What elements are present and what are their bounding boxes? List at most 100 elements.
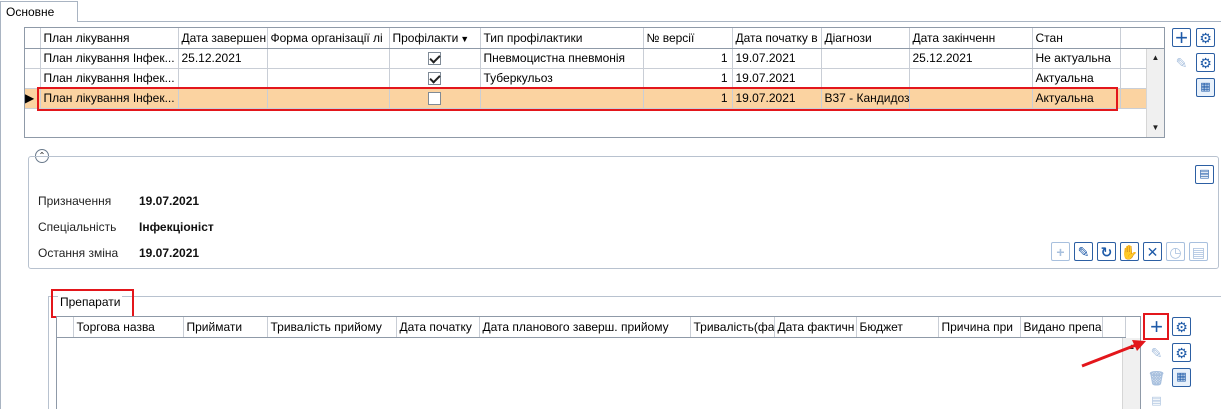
edit-plan-button[interactable]: ✎ [1172,53,1191,72]
cell-type: Пневмоцистна пневмонія [480,48,644,69]
print-details-button[interactable]: ▤ [1195,165,1214,184]
column-header-plan[interactable]: План лікування [40,28,179,49]
drugs-row-indicator-header [57,317,74,338]
excel-icon: ▦ [1176,371,1187,383]
add-drug-button[interactable]: + [1147,313,1166,339]
column-header-start[interactable]: Дата початку в [732,28,822,49]
cell-version: 1 [643,68,733,89]
close-icon: ✕ [1146,243,1159,260]
column-header-actual-duration[interactable]: Тривалість(фа [690,317,775,338]
cell-diagnoses [821,48,910,69]
cell-end-date [178,68,268,89]
scroll-down-icon[interactable]: ▼ [1147,123,1164,132]
column-header-prophylaxis[interactable]: Профілакти ▼ [389,28,481,49]
cell-plan: План лікування Інфек... [40,68,179,89]
column-header-type[interactable]: Тип профілактики [480,28,644,49]
cell-state: Не актуальна [1032,48,1121,69]
column-header-issued[interactable]: Видано препа [1020,317,1103,338]
cell-form [267,48,390,69]
scroll-up-icon[interactable]: ▲ [1147,53,1164,62]
table-row[interactable]: План лікування Інфек... Туберкульоз 1 19… [25,68,1164,89]
drug-report-button[interactable]: ▤ [1147,393,1166,409]
last-change-label: Остання зміна [38,246,119,260]
plan-details-panel [28,156,1219,269]
plans-vertical-scrollbar[interactable]: ▲ ▼ [1146,49,1164,137]
add-plan-button[interactable]: + [1172,24,1191,50]
column-header-budget[interactable]: Бюджет [856,317,939,338]
details-cancel-button[interactable]: ✕ [1143,242,1162,261]
details-refresh-button[interactable]: ↻ [1097,242,1116,261]
gear-icon: ⚙ [1199,54,1212,71]
cell-type: Туберкульоз [480,68,644,89]
document-icon: ▤ [1199,168,1210,180]
cell-state: Актуальна [1032,68,1121,89]
column-header-prophylaxis-label: Профілакти [392,30,459,45]
hand-icon: ✋ [1120,243,1139,260]
row-indicator-header [25,28,41,49]
plan-advanced-settings-button[interactable]: ⚙ [1196,53,1215,72]
prophylaxis-checkbox[interactable] [428,52,441,66]
assignment-label: Призначення [38,194,112,208]
drugs-title-highlight [51,289,134,318]
column-header-diagnoses[interactable]: Діагнози [821,28,910,49]
filter-dropdown-icon[interactable]: ▼ [460,34,469,44]
column-header-finish[interactable]: Дата закінченн [909,28,1033,49]
plus-icon: + [1175,24,1188,50]
cell-finish [909,68,1033,89]
cell-version: 1 [643,48,733,69]
clock-icon: ◷ [1169,243,1182,260]
trash-icon: 🗑 [1147,369,1166,386]
selected-row-highlight [37,87,1118,111]
drug-advanced-settings-button[interactable]: ⚙ [1172,343,1191,362]
cell-prophylaxis [389,48,481,69]
plan-settings-button[interactable]: ⚙ [1196,28,1215,47]
export-drugs-button[interactable]: ▦ [1172,368,1191,387]
details-report-button[interactable]: ▤ [1189,242,1208,261]
cell-start: 19.07.2021 [732,48,822,69]
column-header-end-date[interactable]: Дата завершен [178,28,268,49]
table-row[interactable]: План лікування Інфек... 25.12.2021 Пневм… [25,48,1164,69]
cell-diagnoses [821,68,910,89]
prophylaxis-checkbox[interactable] [428,72,441,86]
details-hand-button[interactable]: ✋ [1120,242,1139,261]
column-header-reason[interactable]: Причина при [938,317,1021,338]
tab-main[interactable]: Основне [0,1,78,22]
details-history-button[interactable]: ◷ [1166,242,1185,261]
specialty-label: Спеціальність [38,220,117,234]
red-arrow-annotation [1081,340,1146,368]
document-icon: ▤ [1151,394,1162,407]
details-add-button[interactable]: + [1051,242,1070,261]
column-header-state[interactable]: Стан [1032,28,1121,49]
drugs-grid[interactable]: Торгова назва Приймати Тривалість прийом… [56,316,1141,409]
column-header-planned-end[interactable]: Дата планового заверш. прийому [479,317,691,338]
gear-icon: ⚙ [1175,318,1188,335]
assignment-value: 19.07.2021 [139,194,200,208]
tab-divider [78,21,1221,22]
column-header-start-date[interactable]: Дата початку [396,317,480,338]
cell-form [267,68,390,89]
plus-icon: + [1056,243,1065,260]
export-plans-button[interactable]: ▦ [1196,78,1215,97]
delete-drug-button[interactable]: 🗑 [1147,368,1166,387]
cell-finish: 25.12.2021 [909,48,1033,69]
cell-start: 19.07.2021 [732,68,822,89]
refresh-icon: ↻ [1100,243,1113,260]
details-edit-button[interactable]: ✎ [1074,242,1093,261]
column-header-filler [1120,28,1164,49]
treatment-plans-grid[interactable]: План лікування Дата завершен Форма орган… [24,27,1165,138]
row-indicator [25,68,41,89]
drug-settings-button[interactable]: ⚙ [1172,317,1191,336]
row-indicator [25,48,41,69]
gear-icon: ⚙ [1199,29,1212,46]
column-header-form[interactable]: Форма організації лі [267,28,390,49]
column-header-trade-name[interactable]: Торгова назва [73,317,184,338]
gear-icon: ⚙ [1175,344,1188,361]
cell-plan: План лікування Інфек... [40,48,179,69]
column-header-take[interactable]: Приймати [183,317,268,338]
cell-prophylaxis [389,68,481,89]
column-header-version[interactable]: № версії [643,28,733,49]
column-header-duration[interactable]: Тривалість прийому [267,317,397,338]
plus-icon: + [1150,313,1163,339]
document-icon: ▤ [1191,243,1206,260]
column-header-actual-date[interactable]: Дата фактичн [774,317,857,338]
